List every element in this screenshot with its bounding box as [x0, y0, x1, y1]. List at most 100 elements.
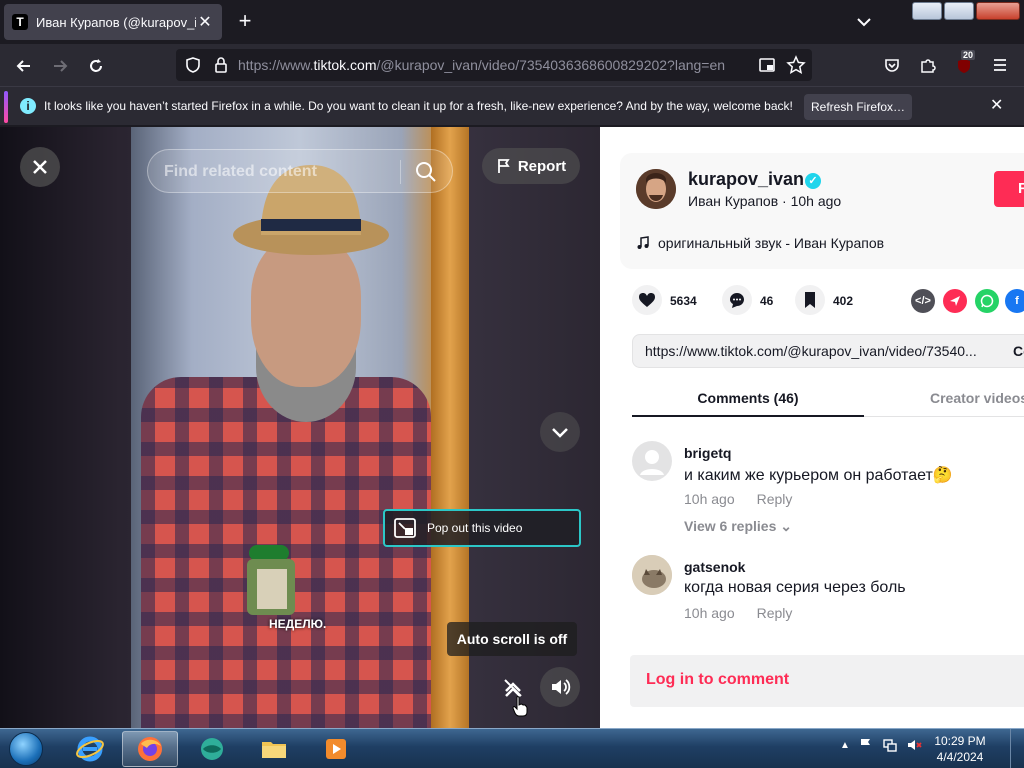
refresh-firefox-button[interactable]: Refresh Firefox… [804, 94, 912, 120]
copy-link-button[interactable]: Co [1013, 343, 1024, 359]
minimize-button[interactable] [912, 2, 942, 20]
bookmark-star-icon[interactable] [786, 55, 806, 75]
chevron-down-icon [552, 428, 568, 438]
video-caption-text: НЕДЕЛЮ. [269, 617, 327, 631]
comment-text: и каким же курьером он работает🤔 [684, 467, 953, 484]
video-frame[interactable]: НЕДЕЛЮ. [131, 127, 469, 728]
report-button[interactable]: Report [482, 148, 580, 184]
forward-arrow-icon [54, 60, 68, 72]
network-icon[interactable] [882, 737, 898, 753]
author-avatar-image [636, 169, 676, 209]
related-search-box[interactable] [147, 149, 453, 193]
browser-tab-active[interactable]: T Иван Курапов (@kurapov_ivan ✕ [4, 4, 222, 40]
restore-button[interactable] [944, 2, 974, 20]
share-facebook-button[interactable]: f [1005, 289, 1024, 313]
back-arrow-icon [16, 60, 30, 72]
share-embed-button[interactable]: </> [911, 289, 935, 313]
login-to-comment-bar[interactable]: Log in to comment [630, 655, 1024, 707]
url-text[interactable]: https://www.tiktok.com/@kurapov_ivan/vid… [238, 57, 725, 73]
comment-avatar[interactable] [632, 555, 672, 595]
close-icon [33, 160, 47, 174]
list-all-tabs-button[interactable] [852, 10, 876, 34]
comment-username[interactable]: brigetq [684, 445, 731, 461]
taskbar-clock[interactable]: 10:29 PM 4/4/2024 [930, 733, 990, 765]
hamburger-menu-icon[interactable] [991, 56, 1009, 74]
system-tray: ▲ [840, 737, 922, 753]
start-button[interactable] [4, 729, 48, 768]
like-button[interactable] [632, 285, 662, 315]
share-send-button[interactable] [943, 289, 967, 313]
forward-button[interactable] [46, 52, 74, 80]
tab-comments[interactable]: Comments (46) [632, 381, 864, 417]
comment-button[interactable] [722, 285, 752, 315]
url-host: tiktok.com [313, 57, 377, 73]
report-label: Report [517, 157, 567, 175]
music-link[interactable]: оригинальный звук - Иван Курапов [636, 235, 884, 251]
tab-creator-videos[interactable]: Creator videos [930, 381, 1024, 417]
notification-message: It looks like you haven’t started Firefo… [44, 99, 793, 113]
taskbar-firefox[interactable] [122, 731, 178, 767]
window-close-button[interactable] [976, 2, 1020, 20]
pop-out-label: Pop out this video [427, 521, 523, 535]
follow-button[interactable]: F [994, 171, 1024, 207]
volume-button[interactable] [540, 667, 580, 707]
volume-muted-icon[interactable] [906, 737, 922, 753]
back-button[interactable] [10, 52, 38, 80]
extensions-puzzle-icon[interactable] [919, 56, 937, 74]
video-player[interactable]: НЕДЕЛЮ. Report Pop out thi [0, 127, 600, 728]
taskbar-internet-explorer[interactable] [62, 731, 118, 767]
save-button[interactable] [795, 285, 825, 315]
view-replies-button[interactable]: View 6 replies ⌄ [684, 518, 792, 535]
login-to-comment-link[interactable]: Log in to comment [646, 671, 789, 689]
show-desktop-button[interactable] [1010, 729, 1024, 768]
facebook-icon: f [1015, 295, 1019, 307]
tab-close-icon[interactable]: ✕ [196, 12, 214, 32]
show-hidden-icons-icon[interactable]: ▲ [840, 740, 850, 751]
tracking-shield-icon[interactable] [184, 56, 202, 74]
comment-username[interactable]: gatsenok [684, 559, 745, 575]
hand-cursor-icon [512, 696, 528, 717]
post-time: 10h ago [790, 193, 842, 209]
picture-in-picture-icon[interactable] [758, 56, 776, 74]
details-tabs: Comments (46) Creator videos [632, 381, 1024, 417]
info-icon: i [20, 98, 36, 114]
action-center-flag-icon[interactable] [858, 737, 874, 753]
embed-code-icon: </> [915, 295, 931, 307]
windows-logo-icon [9, 732, 43, 766]
author-subline: Иван Курапов · 10h ago [688, 193, 842, 209]
taskbar-media-player[interactable] [308, 731, 364, 767]
window-controls [912, 2, 1020, 20]
author-username[interactable]: kurapov_ivan [688, 169, 804, 190]
reply-button[interactable]: Reply [757, 605, 793, 621]
cat-avatar-image [632, 555, 672, 595]
reload-button[interactable] [82, 52, 110, 80]
pop-out-video-button[interactable]: Pop out this video [383, 509, 581, 547]
browser-tab-strip: T Иван Курапов (@kurapov_ivan ✕ + [0, 0, 1024, 44]
verified-badge-icon: ✓ [805, 173, 821, 189]
next-video-button[interactable] [540, 412, 580, 452]
folder-icon [262, 742, 286, 758]
pocket-icon[interactable] [883, 56, 901, 74]
default-user-icon [640, 450, 664, 475]
related-search-input[interactable] [164, 160, 394, 184]
tiktok-favicon-icon: T [12, 14, 28, 30]
comment-avatar[interactable] [632, 441, 672, 481]
ublock-extension-button[interactable]: 20 [953, 50, 976, 76]
close-player-button[interactable] [20, 147, 60, 187]
firefox-icon [138, 737, 162, 761]
new-tab-button[interactable]: + [232, 8, 258, 34]
reply-button[interactable]: Reply [757, 491, 793, 507]
like-count: 5634 [670, 294, 697, 308]
notification-close-icon[interactable]: ✕ [990, 95, 1003, 115]
copy-link-box[interactable]: https://www.tiktok.com/@kurapov_ivan/vid… [632, 334, 1024, 368]
comment-count: 46 [760, 294, 774, 308]
paper-plane-icon [950, 296, 960, 306]
taskbar-file-explorer[interactable] [246, 731, 302, 767]
author-avatar[interactable] [636, 169, 676, 209]
notification-accent [4, 91, 8, 123]
taskbar-app-globe[interactable] [184, 731, 240, 767]
share-whatsapp-button[interactable] [975, 289, 999, 313]
search-button[interactable] [414, 160, 438, 184]
comment-text: когда новая серия через боль [684, 579, 906, 596]
lock-icon[interactable] [212, 56, 230, 74]
